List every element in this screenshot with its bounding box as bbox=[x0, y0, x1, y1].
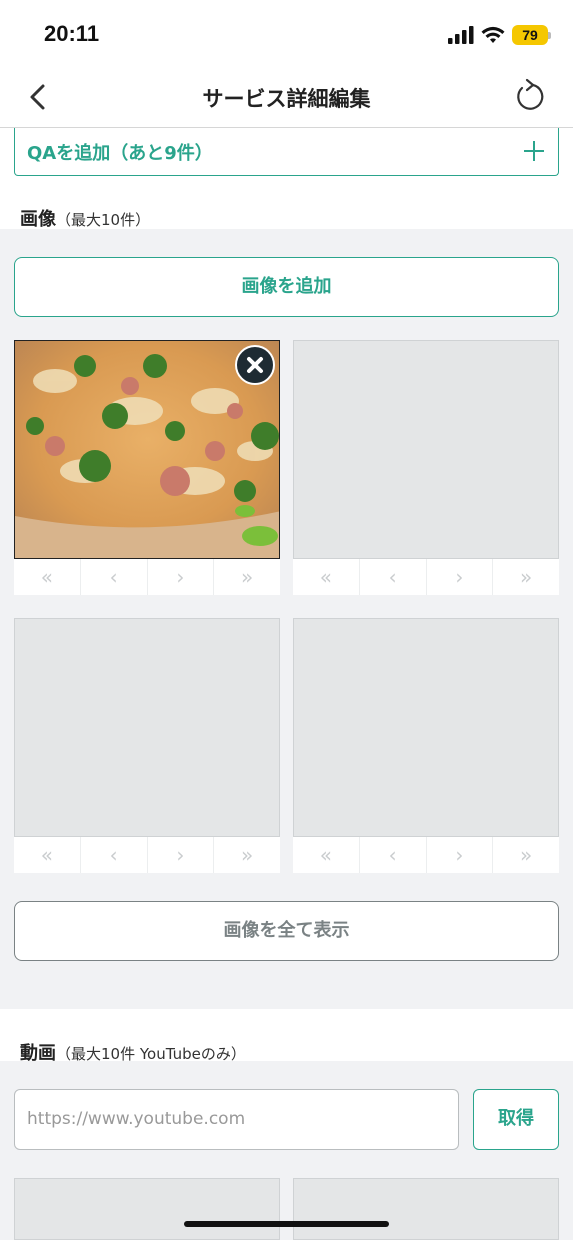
move-next-button[interactable]: › bbox=[427, 559, 494, 595]
move-prev-button[interactable]: ‹ bbox=[81, 837, 148, 873]
video-tile bbox=[14, 1178, 280, 1240]
status-icons: 79 bbox=[448, 24, 551, 46]
move-first-button[interactable]: « bbox=[14, 559, 81, 595]
qa-add-label: QAを追加（あと9件） bbox=[27, 143, 213, 164]
image-placeholder bbox=[14, 618, 280, 837]
move-last-button[interactable]: » bbox=[493, 559, 559, 595]
move-last-button[interactable]: » bbox=[214, 559, 280, 595]
page-title: サービス詳細編集 bbox=[202, 87, 371, 111]
move-first-button[interactable]: « bbox=[14, 837, 81, 873]
status-time: 20:11 bbox=[44, 21, 100, 46]
refresh-icon[interactable] bbox=[513, 78, 547, 114]
battery-nub bbox=[548, 31, 551, 39]
move-next-button[interactable]: › bbox=[148, 837, 215, 873]
image-placeholder bbox=[293, 618, 559, 837]
move-first-button[interactable]: « bbox=[293, 837, 360, 873]
battery-indicator: 79 bbox=[512, 25, 548, 45]
images-heading-sub: （最大10件） bbox=[56, 211, 151, 229]
signal-icon bbox=[448, 26, 474, 44]
move-prev-button[interactable]: ‹ bbox=[81, 559, 148, 595]
qa-add-button[interactable]: QAを追加（あと9件） bbox=[14, 128, 559, 176]
move-prev-button[interactable]: ‹ bbox=[360, 837, 427, 873]
video-placeholder bbox=[293, 1178, 559, 1240]
nav-bar: サービス詳細編集 bbox=[0, 68, 573, 128]
image-tile: « ‹ › » bbox=[14, 618, 280, 873]
image-tile: « ‹ › » bbox=[293, 618, 559, 873]
image-thumbnail[interactable] bbox=[14, 340, 280, 559]
images-heading: 画像（最大10件） bbox=[20, 205, 150, 231]
wifi-icon bbox=[481, 26, 505, 43]
move-next-button[interactable]: › bbox=[148, 559, 215, 595]
youtube-url-input[interactable]: https://www.youtube.com bbox=[14, 1089, 459, 1150]
add-image-button[interactable]: 画像を追加 bbox=[14, 257, 559, 317]
tile-controls: « ‹ › » bbox=[14, 837, 280, 873]
move-first-button[interactable]: « bbox=[293, 559, 360, 595]
show-all-images-button[interactable]: 画像を全て表示 bbox=[14, 901, 559, 961]
image-placeholder bbox=[293, 340, 559, 559]
fetch-video-button[interactable]: 取得 bbox=[473, 1089, 559, 1150]
video-placeholder bbox=[14, 1178, 280, 1240]
move-last-button[interactable]: » bbox=[493, 837, 559, 873]
close-icon bbox=[247, 357, 263, 373]
images-heading-title: 画像 bbox=[20, 209, 56, 230]
plus-icon bbox=[524, 141, 544, 161]
status-bar: 20:11 79 bbox=[0, 0, 573, 68]
move-prev-button[interactable]: ‹ bbox=[360, 559, 427, 595]
home-indicator bbox=[184, 1221, 389, 1227]
move-next-button[interactable]: › bbox=[427, 837, 494, 873]
video-tile bbox=[293, 1178, 559, 1240]
tile-controls: « ‹ › » bbox=[14, 559, 280, 595]
tile-controls: « ‹ › » bbox=[293, 837, 559, 873]
image-tile: « ‹ › » bbox=[293, 340, 559, 595]
image-tile: « ‹ › » bbox=[14, 340, 280, 595]
move-last-button[interactable]: » bbox=[214, 837, 280, 873]
delete-image-button[interactable] bbox=[235, 345, 275, 385]
tile-controls: « ‹ › » bbox=[293, 559, 559, 595]
